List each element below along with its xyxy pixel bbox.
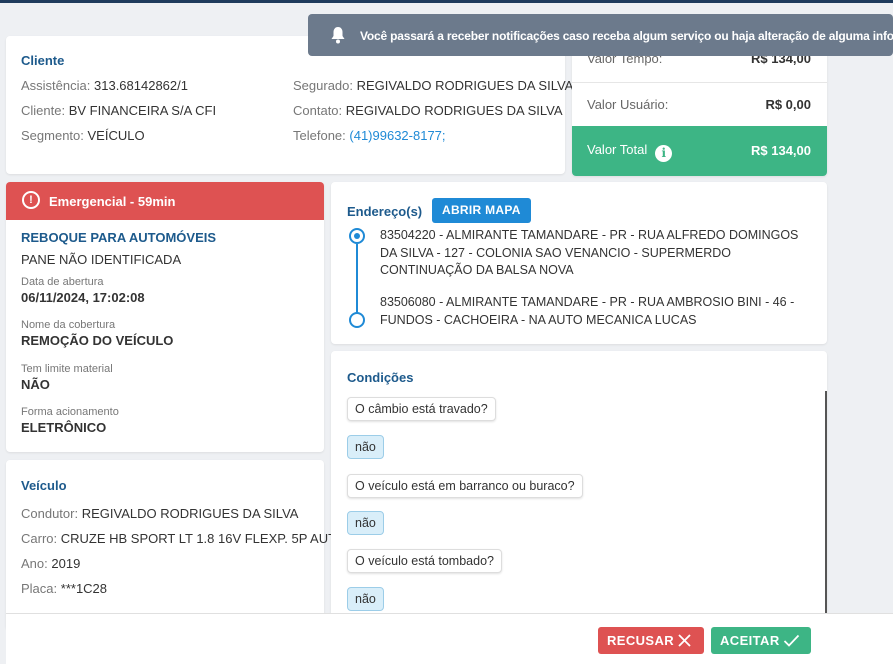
refuse-button[interactable]: RECUSAR: [598, 627, 704, 654]
telefone-row: Telefone: (41)99632-8177;: [293, 128, 446, 143]
placa-row: Placa: ***1C28: [21, 581, 108, 596]
notification-toast[interactable]: Você passará a receber notificações caso…: [308, 14, 893, 56]
emergency-label: Emergencial - 59min: [49, 194, 176, 209]
condition-question: O veículo está em barranco ou buraco?: [347, 474, 583, 498]
action-footer: RECUSAR ACEITAR: [6, 613, 893, 664]
carro-row: Carro: CRUZE HB SPORT LT 1.8 16V FLEXP. …: [21, 531, 337, 546]
assistencia-row: Assistência: 313.68142862/1: [21, 78, 188, 93]
address-origin: 83504220 - ALMIRANTE TAMANDARE - PR - RU…: [380, 228, 799, 277]
segurado-row: Segurado: REGIVALDO RODRIGUES DA SILVA: [293, 78, 574, 93]
info-icon[interactable]: i: [655, 145, 673, 162]
cliente-value: BV FINANCEIRA S/A CFI: [68, 103, 217, 118]
bell-icon: [331, 27, 345, 44]
condutor-row: Condutor: REGIVALDO RODRIGUES DA SILVA: [21, 506, 299, 521]
address-destination: 83506080 - ALMIRANTE TAMANDARE - PR - RU…: [380, 295, 795, 327]
check-icon: [783, 634, 800, 647]
close-icon: [678, 634, 691, 647]
service-card: ! Emergencial - 59min REBOQUE PARA AUTOM…: [6, 182, 324, 452]
open-map-button[interactable]: ABRIR MAPA: [432, 198, 531, 223]
ano-row: Ano: 2019: [21, 556, 81, 571]
top-accent-line: [0, 0, 893, 3]
address-card: Endereço(s) ABRIR MAPA 83504220 - ALMIRA…: [331, 182, 827, 344]
scrollbar[interactable]: [825, 391, 827, 631]
cliente-row: Cliente: BV FINANCEIRA S/A CFI: [21, 103, 217, 118]
telefone-link[interactable]: (41)99632-8177;: [349, 128, 445, 143]
condition-question: O veículo está tombado?: [347, 549, 502, 573]
valor-total-value: R$ 134,00: [751, 143, 811, 158]
condition-question: O câmbio está travado?: [347, 397, 496, 421]
destination-marker-icon: [349, 312, 365, 328]
alert-icon: !: [22, 191, 40, 209]
toast-message: Você passará a receber notificações caso…: [360, 29, 893, 43]
vehicle-card: Veículo Condutor: REGIVALDO RODRIGUES DA…: [6, 460, 336, 630]
conditions-section-title: Condições: [347, 370, 414, 385]
client-section-title: Cliente: [21, 53, 65, 68]
condition-answer: não: [347, 587, 384, 611]
field-forma-acionamento: Forma acionamento ELETRÔNICO: [21, 406, 119, 435]
valor-usuario-row: Valor Usuário: R$ 0,00: [587, 97, 811, 112]
address-section-title: Endereço(s): [347, 204, 423, 219]
conditions-card: Condições O câmbio está travado? não O v…: [331, 351, 827, 631]
contato-row: Contato: REGIVALDO RODRIGUES DA SILVA: [293, 103, 563, 118]
vehicle-section-title: Veículo: [21, 478, 67, 493]
segmento-value: VEÍCULO: [87, 128, 145, 143]
client-card: Cliente Assistência: 313.68142862/1 Clie…: [6, 36, 573, 174]
accept-button[interactable]: ACEITAR: [711, 627, 811, 654]
service-problem: PANE NÃO IDENTIFICADA: [21, 252, 182, 267]
valor-total-row: Valor Total i R$ 134,00: [572, 126, 827, 176]
segmento-row: Segmento: VEÍCULO: [21, 128, 145, 143]
contato-value: REGIVALDO RODRIGUES DA SILVA: [345, 103, 563, 118]
emergency-banner: ! Emergencial - 59min: [6, 182, 324, 220]
route-line: [356, 244, 358, 314]
condition-answer: não: [347, 511, 384, 535]
origin-marker-icon: [349, 228, 365, 244]
values-card: Valor Tempo: R$ 134,00 Valor Usuário: R$…: [572, 36, 827, 176]
service-type: REBOQUE PARA AUTOMÓVEIS: [21, 230, 217, 245]
segurado-value: REGIVALDO RODRIGUES DA SILVA: [356, 78, 574, 93]
condition-answer: não: [347, 435, 384, 459]
field-data-abertura: Data de abertura 06/11/2024, 17:02:08: [21, 276, 145, 305]
field-limite-material: Tem limite material NÃO: [21, 363, 113, 392]
field-nome-cobertura: Nome da cobertura REMOÇÃO DO VEÍCULO: [21, 319, 174, 348]
assistencia-value: 313.68142862/1: [94, 78, 188, 93]
valor-usuario-value: R$ 0,00: [765, 97, 811, 112]
